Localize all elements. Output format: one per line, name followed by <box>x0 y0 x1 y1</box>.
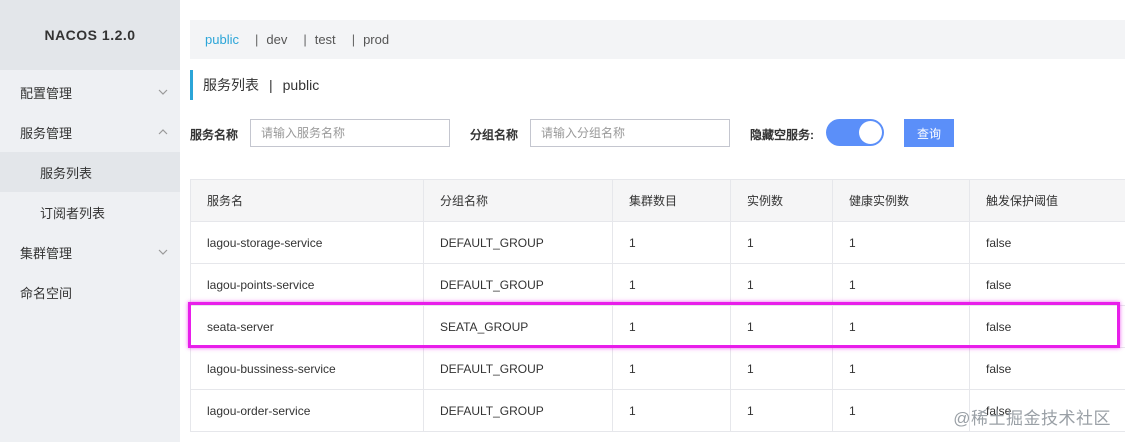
namespace-prod[interactable]: prod <box>363 32 389 47</box>
cell-cluster-count: 1 <box>612 347 731 390</box>
namespace-separator: | <box>351 32 356 47</box>
cell-healthy-instance-count: 1 <box>832 389 970 432</box>
cell-instance-count: 1 <box>730 221 833 264</box>
header-instance-count: 实例数 <box>730 179 833 222</box>
sidebar-item-label: 服务管理 <box>20 125 73 141</box>
cell-protect-threshold: false <box>969 305 1125 348</box>
service-table: 服务名 分组名称 集群数目 实例数 健康实例数 触发保护阈值 lagou-sto… <box>190 179 1125 432</box>
sidebar-item-label: 集群管理 <box>20 245 73 261</box>
namespace-separator: | <box>254 32 259 47</box>
watermark: @稀土掘金技术社区 <box>953 409 1111 428</box>
sidebar-item-cluster-management[interactable]: 集群管理 <box>0 232 180 272</box>
cell-healthy-instance-count: 1 <box>832 305 970 348</box>
page-title-namespace: public <box>282 77 320 93</box>
page-title-separator: | <box>269 77 273 93</box>
cell-group-name: DEFAULT_GROUP <box>423 347 613 390</box>
cell-service-name: lagou-order-service <box>190 389 424 432</box>
cell-service-name: lagou-bussiness-service <box>190 347 424 390</box>
cell-cluster-count: 1 <box>612 305 731 348</box>
sidebar-item-service-list[interactable]: 服务列表 <box>0 152 180 192</box>
cell-healthy-instance-count: 1 <box>832 221 970 264</box>
namespace-bar: public | dev | test | prod <box>190 20 1125 59</box>
table-row[interactable]: lagou-storage-service DEFAULT_GROUP 1 1 … <box>190 221 1125 264</box>
cell-protect-threshold: false <box>969 221 1125 264</box>
cell-group-name: DEFAULT_GROUP <box>423 263 613 306</box>
header-cluster-count: 集群数目 <box>612 179 731 222</box>
cell-healthy-instance-count: 1 <box>832 263 970 306</box>
cell-cluster-count: 1 <box>612 389 731 432</box>
service-name-label: 服务名称 <box>190 128 239 142</box>
cell-instance-count: 1 <box>730 305 833 348</box>
sidebar-item-config-management[interactable]: 配置管理 <box>0 72 180 112</box>
namespace-test[interactable]: test <box>315 32 336 47</box>
group-name-label: 分组名称 <box>470 128 519 142</box>
sidebar: NACOS 1.2.0 配置管理 服务管理 服务列表 订阅者列表 集群管理 命名… <box>0 0 180 442</box>
header-group-name: 分组名称 <box>423 179 613 222</box>
group-name-input[interactable] <box>530 119 730 147</box>
namespace-separator: | <box>303 32 307 47</box>
page-title: 服务列表 | public <box>190 70 319 100</box>
chevron-down-icon <box>158 249 168 255</box>
service-name-input[interactable] <box>250 119 450 147</box>
chevron-down-icon <box>158 89 168 95</box>
cell-protect-threshold: false <box>969 347 1125 390</box>
sidebar-item-label: 配置管理 <box>20 85 73 101</box>
cell-service-name: seata-server <box>190 305 424 348</box>
cell-group-name: DEFAULT_GROUP <box>423 221 613 264</box>
hide-empty-toggle[interactable] <box>826 119 884 146</box>
table-row[interactable]: seata-server SEATA_GROUP 1 1 1 false <box>190 305 1125 348</box>
cell-instance-count: 1 <box>730 347 833 390</box>
table-header-row: 服务名 分组名称 集群数目 实例数 健康实例数 触发保护阈值 <box>190 179 1125 222</box>
toggle-knob <box>859 121 882 144</box>
namespace-dev[interactable]: dev <box>266 32 287 47</box>
cell-instance-count: 1 <box>730 389 833 432</box>
cell-protect-threshold: false <box>969 263 1125 306</box>
namespace-public[interactable]: public <box>205 32 239 47</box>
table-row[interactable]: lagou-bussiness-service DEFAULT_GROUP 1 … <box>190 347 1125 390</box>
cell-cluster-count: 1 <box>612 221 731 264</box>
cell-group-name: SEATA_GROUP <box>423 305 613 348</box>
header-healthy-instance-count: 健康实例数 <box>832 179 970 222</box>
query-button[interactable]: 查询 <box>904 119 954 147</box>
cell-service-name: lagou-storage-service <box>190 221 424 264</box>
cell-cluster-count: 1 <box>612 263 731 306</box>
sidebar-item-subscriber-list[interactable]: 订阅者列表 <box>0 192 180 232</box>
header-protect-threshold: 触发保护阈值 <box>969 179 1125 222</box>
sidebar-item-label: 服务列表 <box>40 165 93 181</box>
sidebar-item-label: 命名空间 <box>20 285 73 301</box>
sidebar-item-service-management[interactable]: 服务管理 <box>0 112 180 152</box>
header-service-name: 服务名 <box>190 179 424 222</box>
sidebar-item-label: 订阅者列表 <box>40 205 106 221</box>
brand-title: NACOS 1.2.0 <box>0 0 180 70</box>
cell-group-name: DEFAULT_GROUP <box>423 389 613 432</box>
table-row[interactable]: lagou-points-service DEFAULT_GROUP 1 1 1… <box>190 263 1125 306</box>
sidebar-item-namespace[interactable]: 命名空间 <box>0 272 180 312</box>
cell-service-name: lagou-points-service <box>190 263 424 306</box>
cell-instance-count: 1 <box>730 263 833 306</box>
hide-empty-label: 隐藏空服务: <box>750 128 814 142</box>
page-title-main: 服务列表 <box>203 77 259 93</box>
cell-healthy-instance-count: 1 <box>832 347 970 390</box>
chevron-up-icon <box>158 129 168 135</box>
